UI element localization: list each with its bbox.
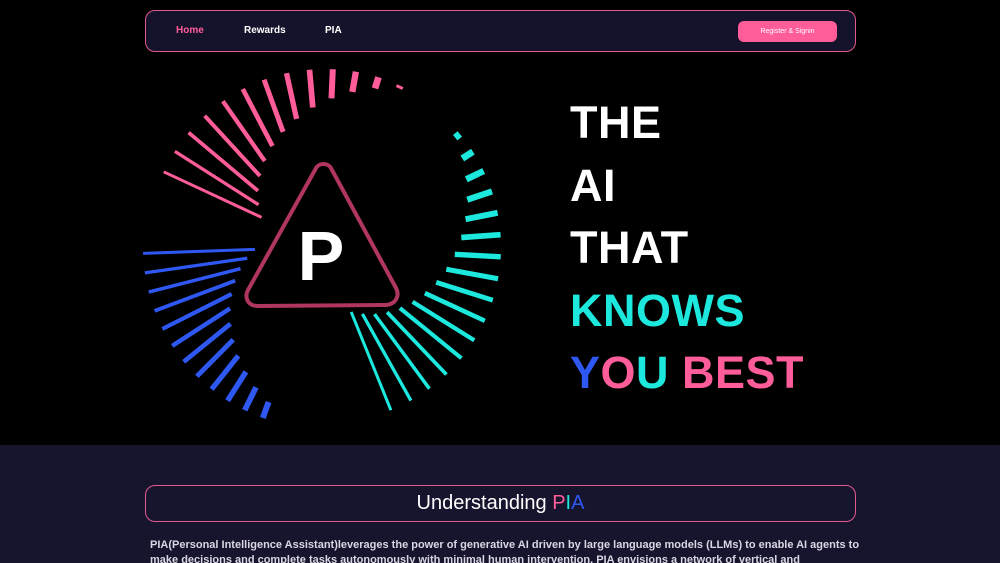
pia-radial-logo-icon: P xyxy=(143,69,501,420)
tagline-line-the: THE xyxy=(570,97,662,148)
section-title-a: A xyxy=(571,492,585,514)
logo-ray xyxy=(371,76,382,90)
logo-ray xyxy=(182,322,232,364)
logo-ray xyxy=(349,71,360,93)
logo-rays-blue xyxy=(143,247,272,420)
logo-ray xyxy=(153,278,236,313)
nav-home-link[interactable]: Home xyxy=(176,11,204,51)
logo-ray xyxy=(171,306,232,348)
logo-ray xyxy=(225,370,249,403)
tagline-best: BEST xyxy=(669,347,805,398)
tagline-y: Y xyxy=(570,347,601,398)
logo-ray xyxy=(148,267,241,294)
logo-ray xyxy=(452,131,463,141)
tagline-u: U xyxy=(636,347,670,398)
logo-ray xyxy=(163,170,263,219)
logo-letter: P xyxy=(298,217,345,295)
logo-ray xyxy=(435,279,494,303)
logo-ray xyxy=(259,400,272,420)
logo-ray xyxy=(464,168,486,183)
tagline-o: O xyxy=(600,347,637,398)
logo-ray xyxy=(221,99,267,163)
logo-ray xyxy=(445,266,499,282)
hero-section: P THE AI THAT KNOWS YOU BEST xyxy=(0,52,1000,445)
logo-ray xyxy=(283,72,300,120)
section-title: Understanding PIA xyxy=(145,485,856,522)
top-navbar: Home Rewards PIA Register & Signin xyxy=(145,10,856,52)
logo-ray xyxy=(143,247,256,255)
logo-ray xyxy=(161,292,233,331)
hero-tagline: THE AI THAT KNOWS YOU BEST xyxy=(570,92,804,405)
logo-rays-cyan xyxy=(349,131,501,411)
tagline-line-knows: KNOWS xyxy=(570,284,745,336)
understanding-section: Understanding PIA PIA(Personal Intellige… xyxy=(0,445,1000,563)
register-signin-button[interactable]: Register & Signin xyxy=(738,21,837,42)
logo-ray xyxy=(466,188,493,203)
logo-ray xyxy=(411,299,476,343)
logo-ray xyxy=(261,78,286,133)
nav-pia-link[interactable]: PIA xyxy=(325,11,342,51)
nav-rewards-link[interactable]: Rewards xyxy=(244,11,286,51)
section-description: PIA(Personal Intelligence Assistant)leve… xyxy=(150,539,860,563)
logo-ray xyxy=(328,69,336,99)
section-title-prefix: Understanding xyxy=(416,492,553,514)
tagline-line-you-best: YOU BEST xyxy=(570,342,804,405)
logo-ray xyxy=(461,231,501,241)
tagline-line-ai: AI xyxy=(570,159,616,211)
section-title-p: P xyxy=(552,492,566,514)
logo-rays-pink xyxy=(163,69,404,219)
logo-ray xyxy=(395,84,404,90)
logo-ray xyxy=(465,209,499,223)
tagline-line-that: THAT xyxy=(570,222,689,273)
logo-ray xyxy=(242,386,259,412)
logo-ray xyxy=(460,148,475,162)
logo-ray xyxy=(454,251,501,260)
logo-ray xyxy=(306,69,316,108)
